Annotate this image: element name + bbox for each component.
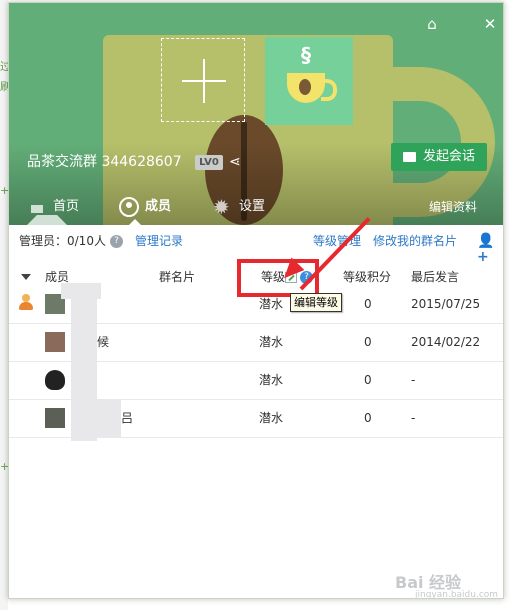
active-tab-indicator [129,219,141,225]
start-session-button[interactable]: 发起会话 [391,143,487,171]
close-icon[interactable]: ✕ [481,15,499,33]
background-text-fragment: + [0,184,10,197]
group-title: 品茶交流群 344628607 [27,153,182,171]
share-icon[interactable]: ⋖ [229,153,245,171]
background-text-fragment: + [0,460,10,473]
member-last-speak: 2015/07/25 [411,297,481,311]
collapse-icon[interactable] [21,274,31,280]
avatar[interactable] [45,370,65,390]
member-grade: 潜水 [259,335,284,349]
member-last-speak: 2014/02/22 [411,335,481,349]
member-last-speak: - [411,411,416,425]
member-score: 0 [364,297,372,311]
member-icon [119,197,139,217]
member-grade: 潜水 [259,373,284,387]
privacy-blur [71,399,121,437]
member-name: 吕 [121,411,134,425]
member-score: 0 [364,373,372,387]
admin-count: 管理员：0/10人 [19,234,106,248]
owner-icon [19,294,33,310]
group-avatar[interactable]: § [265,37,353,125]
edit-profile-link[interactable]: 编辑资料 [429,189,477,225]
tab-home[interactable]: 首页 [27,189,97,225]
member-last-speak: - [411,373,416,387]
skin-icon[interactable]: ⌂ [423,15,441,33]
edit-card-link[interactable]: 修改我的群名片 [373,229,457,253]
gear-icon: ✹ [213,195,230,219]
tab-settings-label: 设置 [239,199,266,214]
annotation-highlight [237,259,319,297]
admin-bar: 管理员：0/10人 ? 管理记录 等级管理 修改我的群名片 👤+ [9,229,503,265]
bean-icon [299,79,311,95]
tab-home-label: 首页 [53,199,80,214]
cup-handle [321,79,337,101]
manage-log-link[interactable]: 管理记录 [135,229,183,253]
group-info-window: § ⌂ ✕ 品茶交流群 344628607 LV0 ⋖ 发起会话 首页 成员 ✹… [8,2,504,599]
upload-cover-button[interactable] [161,38,245,122]
steam-icon: § [301,43,311,67]
avatar[interactable] [45,332,65,352]
member-score: 0 [364,411,372,425]
group-banner: § ⌂ ✕ 品茶交流群 344628607 LV0 ⋖ 发起会话 首页 成员 ✹… [9,3,503,225]
help-icon[interactable]: ? [110,235,123,248]
member-score: 0 [364,335,372,349]
background-text-fragment: 过 [0,60,11,73]
chat-icon [403,152,416,162]
member-name: 候 [97,335,110,349]
tab-settings[interactable]: ✹ 设置 [213,189,283,225]
start-session-label: 发起会话 [423,149,476,164]
add-user-icon[interactable]: 👤+ [477,233,497,265]
edit-grade-tooltip: 编辑等级 [290,293,342,312]
background-text-fragment: 刷 [0,80,11,93]
tab-bar: 首页 成员 ✹ 设置 编辑资料 [9,189,503,225]
avatar[interactable] [45,408,65,428]
member-grade: 潜水 [259,411,284,425]
tab-members-label: 成员 [145,199,172,214]
level-badge: LV0 [195,155,223,170]
group-name: 品茶交流群 [27,154,97,170]
group-id: 344628607 [101,154,182,170]
watermark-url: jingyan.baidu.com [415,590,499,599]
background-window-strip: 过 刷 + + [0,0,11,610]
